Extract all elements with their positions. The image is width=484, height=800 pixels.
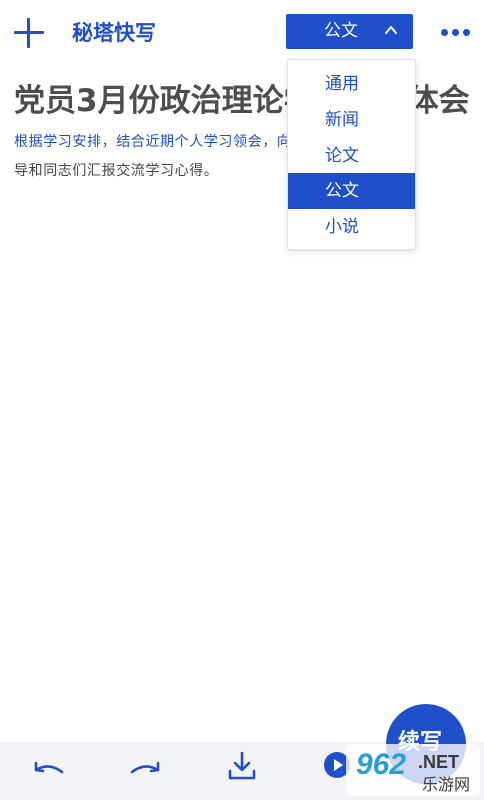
add-icon-vbar bbox=[27, 18, 30, 48]
add-icon[interactable] bbox=[12, 16, 46, 50]
document-body-highlighted: 根据学习安排，结合近期个人学习领 bbox=[14, 134, 248, 150]
watermark-main-text: 962 bbox=[356, 748, 406, 781]
mode-select-label: 公文 bbox=[324, 21, 358, 41]
mode-select-button[interactable]: 公文 bbox=[286, 14, 413, 49]
dropdown-option-news[interactable]: 新闻 bbox=[288, 102, 415, 138]
app-screen: 秘塔快写 公文 党员3月份政治理论学习心得体会 根据学习安排，结合近期个人学习领… bbox=[0, 0, 484, 800]
dropdown-option-label: 小说 bbox=[325, 217, 359, 237]
dropdown-option-label: 新闻 bbox=[325, 110, 359, 130]
download-icon[interactable] bbox=[226, 750, 258, 782]
more-dot bbox=[441, 29, 448, 36]
site-watermark-logo: 962 .NET 乐游网 bbox=[346, 744, 480, 796]
dropdown-option-label: 论文 bbox=[325, 146, 359, 166]
more-icon[interactable] bbox=[440, 26, 472, 40]
dropdown-option-paper[interactable]: 论文 bbox=[288, 138, 415, 174]
mode-dropdown: 通用 新闻 论文 公文 小说 bbox=[287, 59, 416, 250]
dropdown-option-label: 公文 bbox=[325, 181, 359, 201]
redo-icon[interactable] bbox=[128, 756, 162, 786]
dropdown-option-label: 通用 bbox=[325, 74, 359, 94]
document-body-text: 导和同志们汇报交流学习心得。 bbox=[14, 163, 219, 179]
dropdown-option-novel[interactable]: 小说 bbox=[288, 209, 415, 245]
watermark-sub-text: 乐游网 bbox=[422, 775, 470, 794]
dropdown-option-official[interactable]: 公文 bbox=[288, 173, 415, 209]
dropdown-option-general[interactable]: 通用 bbox=[288, 66, 415, 102]
app-title: 秘塔快写 bbox=[72, 21, 156, 45]
watermark-net-text: .NET bbox=[418, 752, 459, 772]
undo-icon[interactable] bbox=[32, 756, 66, 786]
more-dot bbox=[452, 29, 459, 36]
more-dot bbox=[463, 29, 470, 36]
chevron-up-icon bbox=[385, 26, 397, 34]
